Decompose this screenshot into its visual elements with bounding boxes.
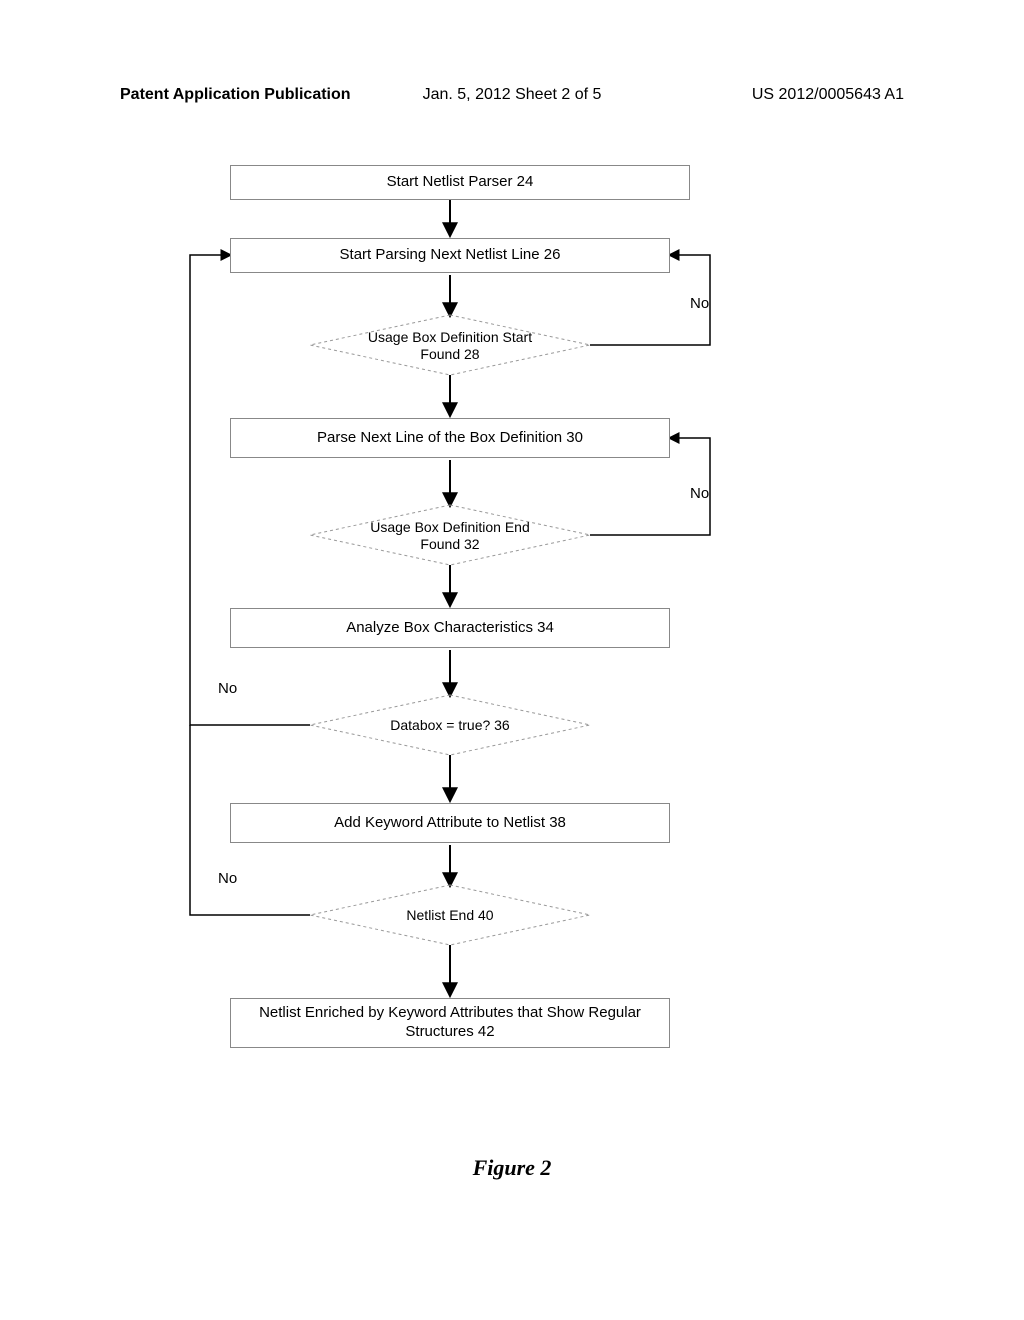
header-center: Jan. 5, 2012 Sheet 2 of 5 <box>423 86 602 104</box>
figure-caption: Figure 2 <box>0 1155 1024 1181</box>
parse-line-node: Start Parsing Next Netlist Line 26 <box>230 238 670 273</box>
no-label-40: No <box>218 870 237 887</box>
flowchart: Start Netlist Parser 24 Start Parsing Ne… <box>170 160 730 1140</box>
no-label-28: No <box>690 295 709 312</box>
parse-box-line-node: Parse Next Line of the Box Definition 30 <box>230 418 670 458</box>
no-label-32: No <box>690 485 709 502</box>
add-keyword-node: Add Keyword Attribute to Netlist 38 <box>230 803 670 843</box>
no-label-36: No <box>218 680 237 697</box>
analyze-node: Analyze Box Characteristics 34 <box>230 608 670 648</box>
enriched-node: Netlist Enriched by Keyword Attributes t… <box>230 998 670 1048</box>
header-left: Patent Application Publication <box>120 86 351 104</box>
header-right: US 2012/0005643 A1 <box>752 86 904 104</box>
start-node: Start Netlist Parser 24 <box>230 165 690 200</box>
